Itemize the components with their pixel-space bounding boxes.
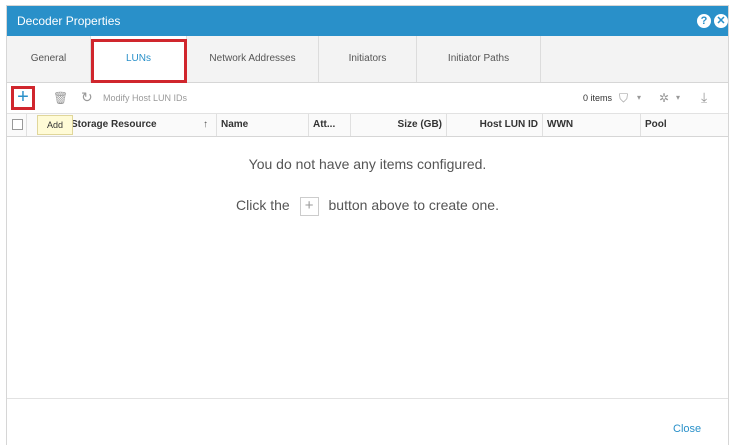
column-size[interactable]: Size (GB) (351, 114, 447, 136)
close-button[interactable]: Close (673, 423, 701, 435)
select-all-column (7, 114, 27, 136)
tab-general[interactable]: General (7, 36, 91, 82)
empty-hint-suffix: button above to create one. (328, 197, 499, 214)
column-host-lun-id[interactable]: Host LUN ID (447, 114, 543, 136)
column-attributes[interactable]: Att... (309, 114, 351, 136)
empty-hint-prefix: Click the (236, 197, 290, 214)
title-bar: Decoder Properties ? ✕ (7, 6, 728, 36)
refresh-icon[interactable]: ↻ (81, 89, 93, 106)
column-wwn[interactable]: WWN (543, 114, 641, 136)
tab-initiator-paths[interactable]: Initiator Paths (417, 36, 541, 82)
column-storage-resource-label: Storage Resource (71, 119, 157, 130)
column-pool[interactable]: Pool (641, 114, 728, 136)
modify-host-lun-ids-button[interactable]: Modify Host LUN IDs (103, 93, 187, 103)
footer: Close (7, 398, 728, 447)
select-all-checkbox[interactable] (12, 119, 23, 130)
items-count: 0 items (583, 93, 613, 103)
settings-dropdown-icon[interactable]: ▾ (676, 93, 680, 102)
column-name[interactable]: Name (217, 114, 309, 136)
sort-ascending-icon[interactable]: ↑ (203, 114, 208, 136)
tab-initiators[interactable]: Initiators (319, 36, 417, 82)
close-icon[interactable]: ✕ (714, 14, 728, 28)
window-title: Decoder Properties (17, 14, 121, 28)
help-icon[interactable]: ? (697, 14, 711, 28)
luns-tab-highlight (91, 39, 187, 83)
table-header: Storage Resource ↑ Name Att... Size (GB)… (7, 113, 728, 137)
filter-dropdown-icon[interactable]: ▾ (637, 93, 641, 102)
settings-icon[interactable]: ✲ (659, 91, 669, 105)
empty-hint: Click the + button above to create one. (7, 197, 728, 216)
add-tooltip: Add (37, 115, 73, 135)
tab-network-addresses[interactable]: Network Addresses (187, 36, 319, 82)
toolbar: + 🗑 ↻ Modify Host LUN IDs 0 items ⛉ ▾ ✲ … (7, 83, 728, 113)
delete-icon[interactable]: 🗑 (53, 91, 68, 105)
add-button[interactable]: + (11, 86, 35, 110)
decoder-properties-dialog: Decoder Properties ? ✕ General LUNs Netw… (6, 5, 729, 447)
empty-message: You do not have any items configured. (248, 156, 487, 172)
filter-icon[interactable]: ⛉ (619, 91, 628, 106)
tab-bar: General LUNs Network Addresses Initiator… (7, 36, 728, 83)
export-icon[interactable]: ⤓ (701, 89, 707, 106)
add-hint-icon: + (299, 197, 319, 216)
